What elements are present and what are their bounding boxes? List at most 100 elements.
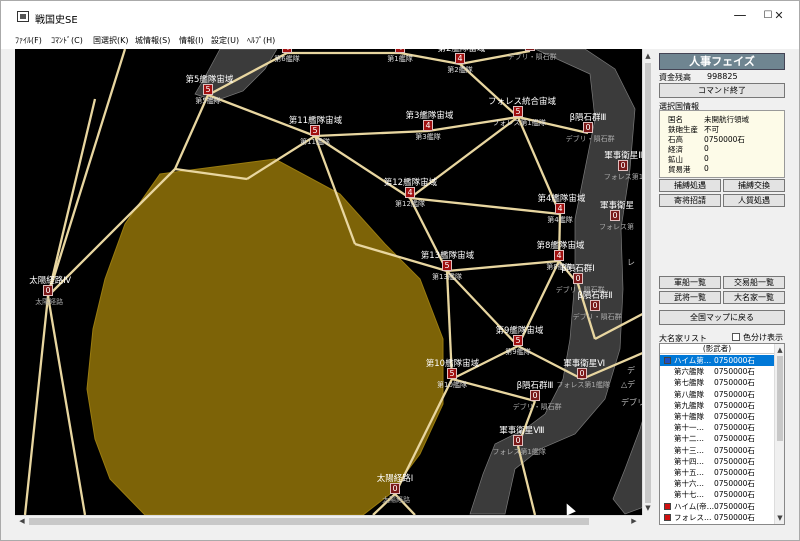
- scroll-up-arrow[interactable]: ▲: [643, 51, 653, 61]
- map-node-count[interactable]: 4: [423, 120, 433, 131]
- sun-region: [86, 158, 444, 515]
- map-node-count[interactable]: 4: [555, 203, 565, 214]
- phase-title: 人事フェイズ: [659, 53, 785, 70]
- map-node-count[interactable]: 0: [583, 122, 593, 133]
- map-node-owner: デブリ・隕石群: [572, 313, 622, 321]
- warship-list-button[interactable]: 軍船一覧: [659, 276, 721, 289]
- map-node-count[interactable]: 0: [590, 300, 600, 311]
- info-value: 0750000石: [704, 135, 745, 144]
- daimyo-value: 0750000石: [714, 456, 755, 466]
- list-scroll-thumb[interactable]: [777, 356, 783, 441]
- menu-help[interactable]: ﾍﾙﾌﾟ(H): [247, 35, 275, 46]
- map-node-count[interactable]: 0: [530, 390, 540, 401]
- map-node-count[interactable]: 5: [310, 125, 320, 136]
- map-node-count[interactable]: 0: [573, 273, 583, 284]
- daimyo-list-item[interactable]: 第十五… 0750000石: [660, 467, 774, 478]
- daimyo-name: 第十一…: [674, 423, 704, 433]
- daimyo-listbox[interactable]: (影武者) ハイム第… 0750000石 第六艦隊 0750000石 第七艦隊 07500…: [659, 343, 785, 525]
- map-node-owner: 第12艦隊: [395, 200, 425, 208]
- scroll-right-arrow[interactable]: ▶: [629, 516, 639, 526]
- menu-castle-info[interactable]: 城情報(S): [135, 35, 170, 46]
- info-value: 0: [704, 164, 709, 173]
- map-node-count[interactable]: 4: [395, 49, 405, 53]
- map-node-count[interactable]: 4: [405, 187, 415, 198]
- daimyo-value: 0750000石: [714, 468, 755, 477]
- daimyo-value: 0750000石: [714, 378, 755, 388]
- map-node-count[interactable]: 0: [513, 435, 523, 446]
- map-node-count[interactable]: 0: [618, 160, 628, 171]
- map-vertical-scrollbar[interactable]: ▲ ▼: [642, 49, 653, 515]
- scroll-left-arrow[interactable]: ◀: [17, 516, 27, 526]
- map-node-owner: フォレス第1: [603, 173, 644, 181]
- end-command-button[interactable]: コマンド終了: [659, 83, 785, 98]
- color-split-checkbox[interactable]: [732, 333, 740, 341]
- daimyo-name: 第九艦隊: [674, 400, 704, 410]
- map-node-owner: 太陽経路: [382, 496, 411, 504]
- info-value: 0: [704, 154, 709, 163]
- map-horizontal-scrollbar[interactable]: ◀ ▶: [15, 515, 642, 527]
- list-scroll-up[interactable]: ▲: [775, 345, 784, 355]
- general-list-button[interactable]: 武将一覧: [659, 291, 721, 304]
- menu-info[interactable]: 情報(I): [179, 35, 204, 46]
- minimize-button[interactable]: —: [725, 7, 755, 25]
- daimyo-value: 0750000石: [714, 445, 755, 455]
- map-node-count[interactable]: 5: [203, 84, 213, 95]
- daimyo-list-item[interactable]: 第六艦隊 0750000石: [660, 366, 774, 377]
- daimyo-list-item[interactable]: 第十六… 0750000石: [660, 478, 774, 489]
- daimyo-value: 0750000石: [714, 400, 755, 410]
- daimyo-name: 第十二…: [674, 434, 704, 444]
- map-node-count[interactable]: 5: [447, 368, 457, 379]
- color-swatch-icon: [664, 502, 671, 510]
- captive-exchange-button[interactable]: 捕縛交換: [723, 179, 785, 192]
- daimyo-list-item[interactable]: 第十二… 0750000石: [660, 433, 774, 444]
- scroll-down-arrow[interactable]: ▼: [643, 503, 653, 513]
- map-node-count[interactable]: 5: [442, 260, 452, 271]
- map-node-count[interactable]: 0: [577, 368, 587, 379]
- map-node-count[interactable]: 4: [282, 49, 292, 53]
- list-header: (影武者): [660, 344, 774, 354]
- list-scrollbar[interactable]: ▲ ▼: [774, 344, 784, 524]
- daimyo-list-item[interactable]: ハイム(帝… 0750000石: [660, 501, 774, 512]
- daimyo-list-button[interactable]: 大名家一覧: [723, 291, 785, 304]
- recruit-general-button[interactable]: 寄将招請: [659, 194, 721, 207]
- map-node-owner: デブリ・隕石群: [565, 135, 615, 143]
- strategic-map[interactable]: 第5艦隊宙域5第5艦隊4第6艦隊4第1艦隊第2艦隊宙域4第2艦隊デブリ・隕石群Ⅱ…: [15, 49, 652, 515]
- horizontal-scroll-thumb[interactable]: [29, 518, 589, 525]
- menu-file[interactable]: ﾌｧｲﾙ(F): [15, 35, 42, 46]
- daimyo-list-item[interactable]: 第十四… 0750000石: [660, 456, 774, 467]
- daimyo-list-item[interactable]: フォレス… 0750000石: [660, 512, 774, 523]
- daimyo-list-item[interactable]: 第九艦隊 0750000石: [660, 400, 774, 411]
- menu-country-select[interactable]: 国選択(K): [93, 35, 129, 46]
- vertical-scroll-thumb[interactable]: [645, 63, 651, 503]
- map-node-count[interactable]: 0: [390, 483, 400, 494]
- map-node-count[interactable]: 4: [554, 250, 564, 261]
- back-to-map-button[interactable]: 全国マップに戻る: [659, 310, 785, 325]
- close-button[interactable]: ✕: [761, 7, 797, 25]
- map-node-count[interactable]: 5: [513, 106, 523, 117]
- captive-treatment-button[interactable]: 捕縛処遇: [659, 179, 721, 192]
- menu-settings[interactable]: 設定(U): [211, 35, 239, 46]
- map-node-count[interactable]: 0: [525, 49, 535, 51]
- daimyo-list-item[interactable]: 第八艦隊 0750000石: [660, 389, 774, 400]
- map-node-count[interactable]: 0: [610, 210, 620, 221]
- daimyo-list-item[interactable]: 第十一… 0750000石: [660, 422, 774, 433]
- map-offscreen-label: △デ: [621, 380, 636, 389]
- trade-ship-list-button[interactable]: 交易船一覧: [723, 276, 785, 289]
- daimyo-list-item[interactable]: 第十艦隊 0750000石: [660, 411, 774, 422]
- daimyo-value: 0750000石: [714, 501, 755, 511]
- daimyo-value: 0750000石: [714, 367, 755, 377]
- map-node-count[interactable]: 0: [43, 285, 53, 296]
- daimyo-name: 第十四…: [674, 456, 704, 466]
- daimyo-list-item[interactable]: 第七艦隊 0750000石: [660, 377, 774, 388]
- daimyo-value: 0750000石: [714, 412, 755, 421]
- color-split-label: 色分け表示: [743, 333, 783, 342]
- map-node-count[interactable]: 5: [513, 335, 523, 346]
- daimyo-list-item[interactable]: 第十三… 0750000石: [660, 445, 774, 456]
- daimyo-list-item[interactable]: ハイム第… 0750000石: [660, 355, 774, 367]
- daimyo-name: 第七艦隊: [674, 378, 704, 388]
- menu-command[interactable]: ｺﾏﾝﾄﾞ(C): [51, 35, 83, 46]
- map-node-count[interactable]: 4: [455, 53, 465, 64]
- daimyo-list-item[interactable]: 第十七… 0750000石: [660, 489, 774, 500]
- list-scroll-down[interactable]: ▼: [775, 513, 784, 523]
- hostage-treatment-button[interactable]: 人質処遇: [723, 194, 785, 207]
